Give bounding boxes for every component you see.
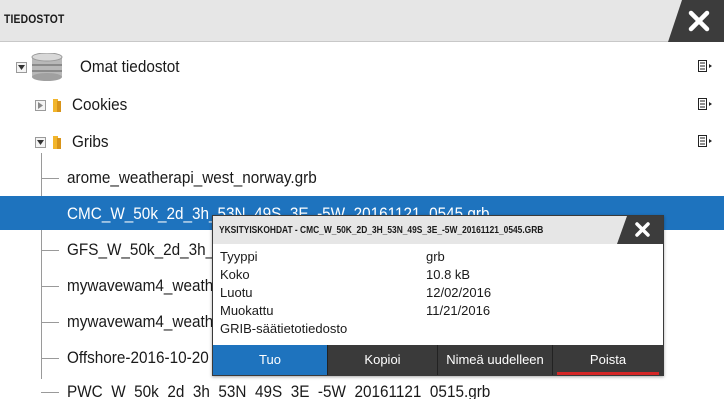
property-value-modified: 11/21/2016 bbox=[426, 303, 491, 318]
delete-underline bbox=[557, 372, 659, 375]
popup-close-button[interactable] bbox=[617, 216, 663, 244]
popup-title: YKSITYISKOHDAT - CMC_W_50K_2D_3H_53N_49S… bbox=[219, 225, 544, 236]
window-title: TIEDOSTOT bbox=[4, 12, 65, 26]
expand-toggle[interactable] bbox=[35, 100, 46, 111]
folder-icon bbox=[53, 99, 61, 112]
close-icon bbox=[668, 0, 724, 42]
folder-label: Gribs bbox=[72, 132, 109, 151]
tree-row-folder-gribs[interactable]: Gribs bbox=[0, 124, 724, 160]
close-icon bbox=[617, 216, 663, 244]
file-label: GFS_W_50k_2d_3h_53 bbox=[67, 240, 232, 259]
property-value-created: 12/02/2016 bbox=[426, 285, 492, 300]
window-close-button[interactable] bbox=[668, 0, 724, 42]
delete-button-label: Poista bbox=[589, 352, 627, 367]
popup-action-bar: Tuo Kopioi Nimeä uudelleen Poista bbox=[213, 345, 663, 375]
popup-header: YKSITYISKOHDAT - CMC_W_50K_2D_3H_53N_49S… bbox=[213, 216, 663, 244]
delete-button[interactable]: Poista bbox=[553, 345, 663, 375]
folder-icon bbox=[53, 136, 61, 149]
folder-label: Cookies bbox=[72, 95, 128, 114]
context-menu-icon[interactable] bbox=[698, 135, 712, 147]
details-popup: YKSITYISKOHDAT - CMC_W_50K_2D_3H_53N_49S… bbox=[212, 215, 664, 376]
file-label: PWC_W_50k_2d_3h_53N_49S_3E_-5W_20161121_… bbox=[67, 382, 491, 399]
tree-row-folder-cookies[interactable]: Cookies bbox=[0, 87, 724, 123]
file-label: mywavewam4_weath bbox=[67, 312, 214, 331]
file-row[interactable]: arome_weatherapi_west_norway.grb bbox=[0, 160, 724, 196]
collapse-toggle[interactable] bbox=[16, 62, 27, 73]
import-button[interactable]: Tuo bbox=[213, 345, 328, 375]
context-menu-icon[interactable] bbox=[698, 60, 712, 72]
tree-row-root[interactable]: Omat tiedostot bbox=[0, 49, 724, 85]
file-label: mywavewam4_weath bbox=[67, 276, 214, 295]
triangle-down-icon bbox=[18, 65, 25, 70]
title-bar: TIEDOSTOT bbox=[0, 0, 724, 42]
property-name-type: Tyyppi bbox=[220, 249, 258, 264]
database-icon bbox=[31, 53, 63, 81]
property-value-size: 10.8 kB bbox=[426, 267, 471, 282]
property-name-modified: Muokattu bbox=[220, 303, 274, 318]
file-row[interactable]: PWC_W_50k_2d_3h_53N_49S_3E_-5W_20161121_… bbox=[0, 374, 724, 399]
property-description: GRIB-säätietotiedosto bbox=[220, 321, 348, 336]
context-menu-icon[interactable] bbox=[698, 98, 712, 110]
tree-root-label: Omat tiedostot bbox=[80, 57, 180, 76]
rename-button[interactable]: Nimeä uudelleen bbox=[438, 345, 553, 375]
file-label: Offshore-2016-10-20 bbox=[67, 348, 209, 367]
property-name-created: Luotu bbox=[220, 285, 253, 300]
triangle-right-icon bbox=[38, 102, 43, 109]
triangle-down-icon bbox=[37, 140, 44, 145]
property-name-size: Koko bbox=[220, 267, 250, 282]
property-value-type: grb bbox=[426, 249, 445, 264]
collapse-toggle[interactable] bbox=[35, 137, 46, 148]
files-window: TIEDOSTOT Omat tiedostot Cookies Gribs a… bbox=[0, 0, 724, 399]
copy-button[interactable]: Kopioi bbox=[328, 345, 438, 375]
file-label: arome_weatherapi_west_norway.grb bbox=[67, 168, 317, 187]
